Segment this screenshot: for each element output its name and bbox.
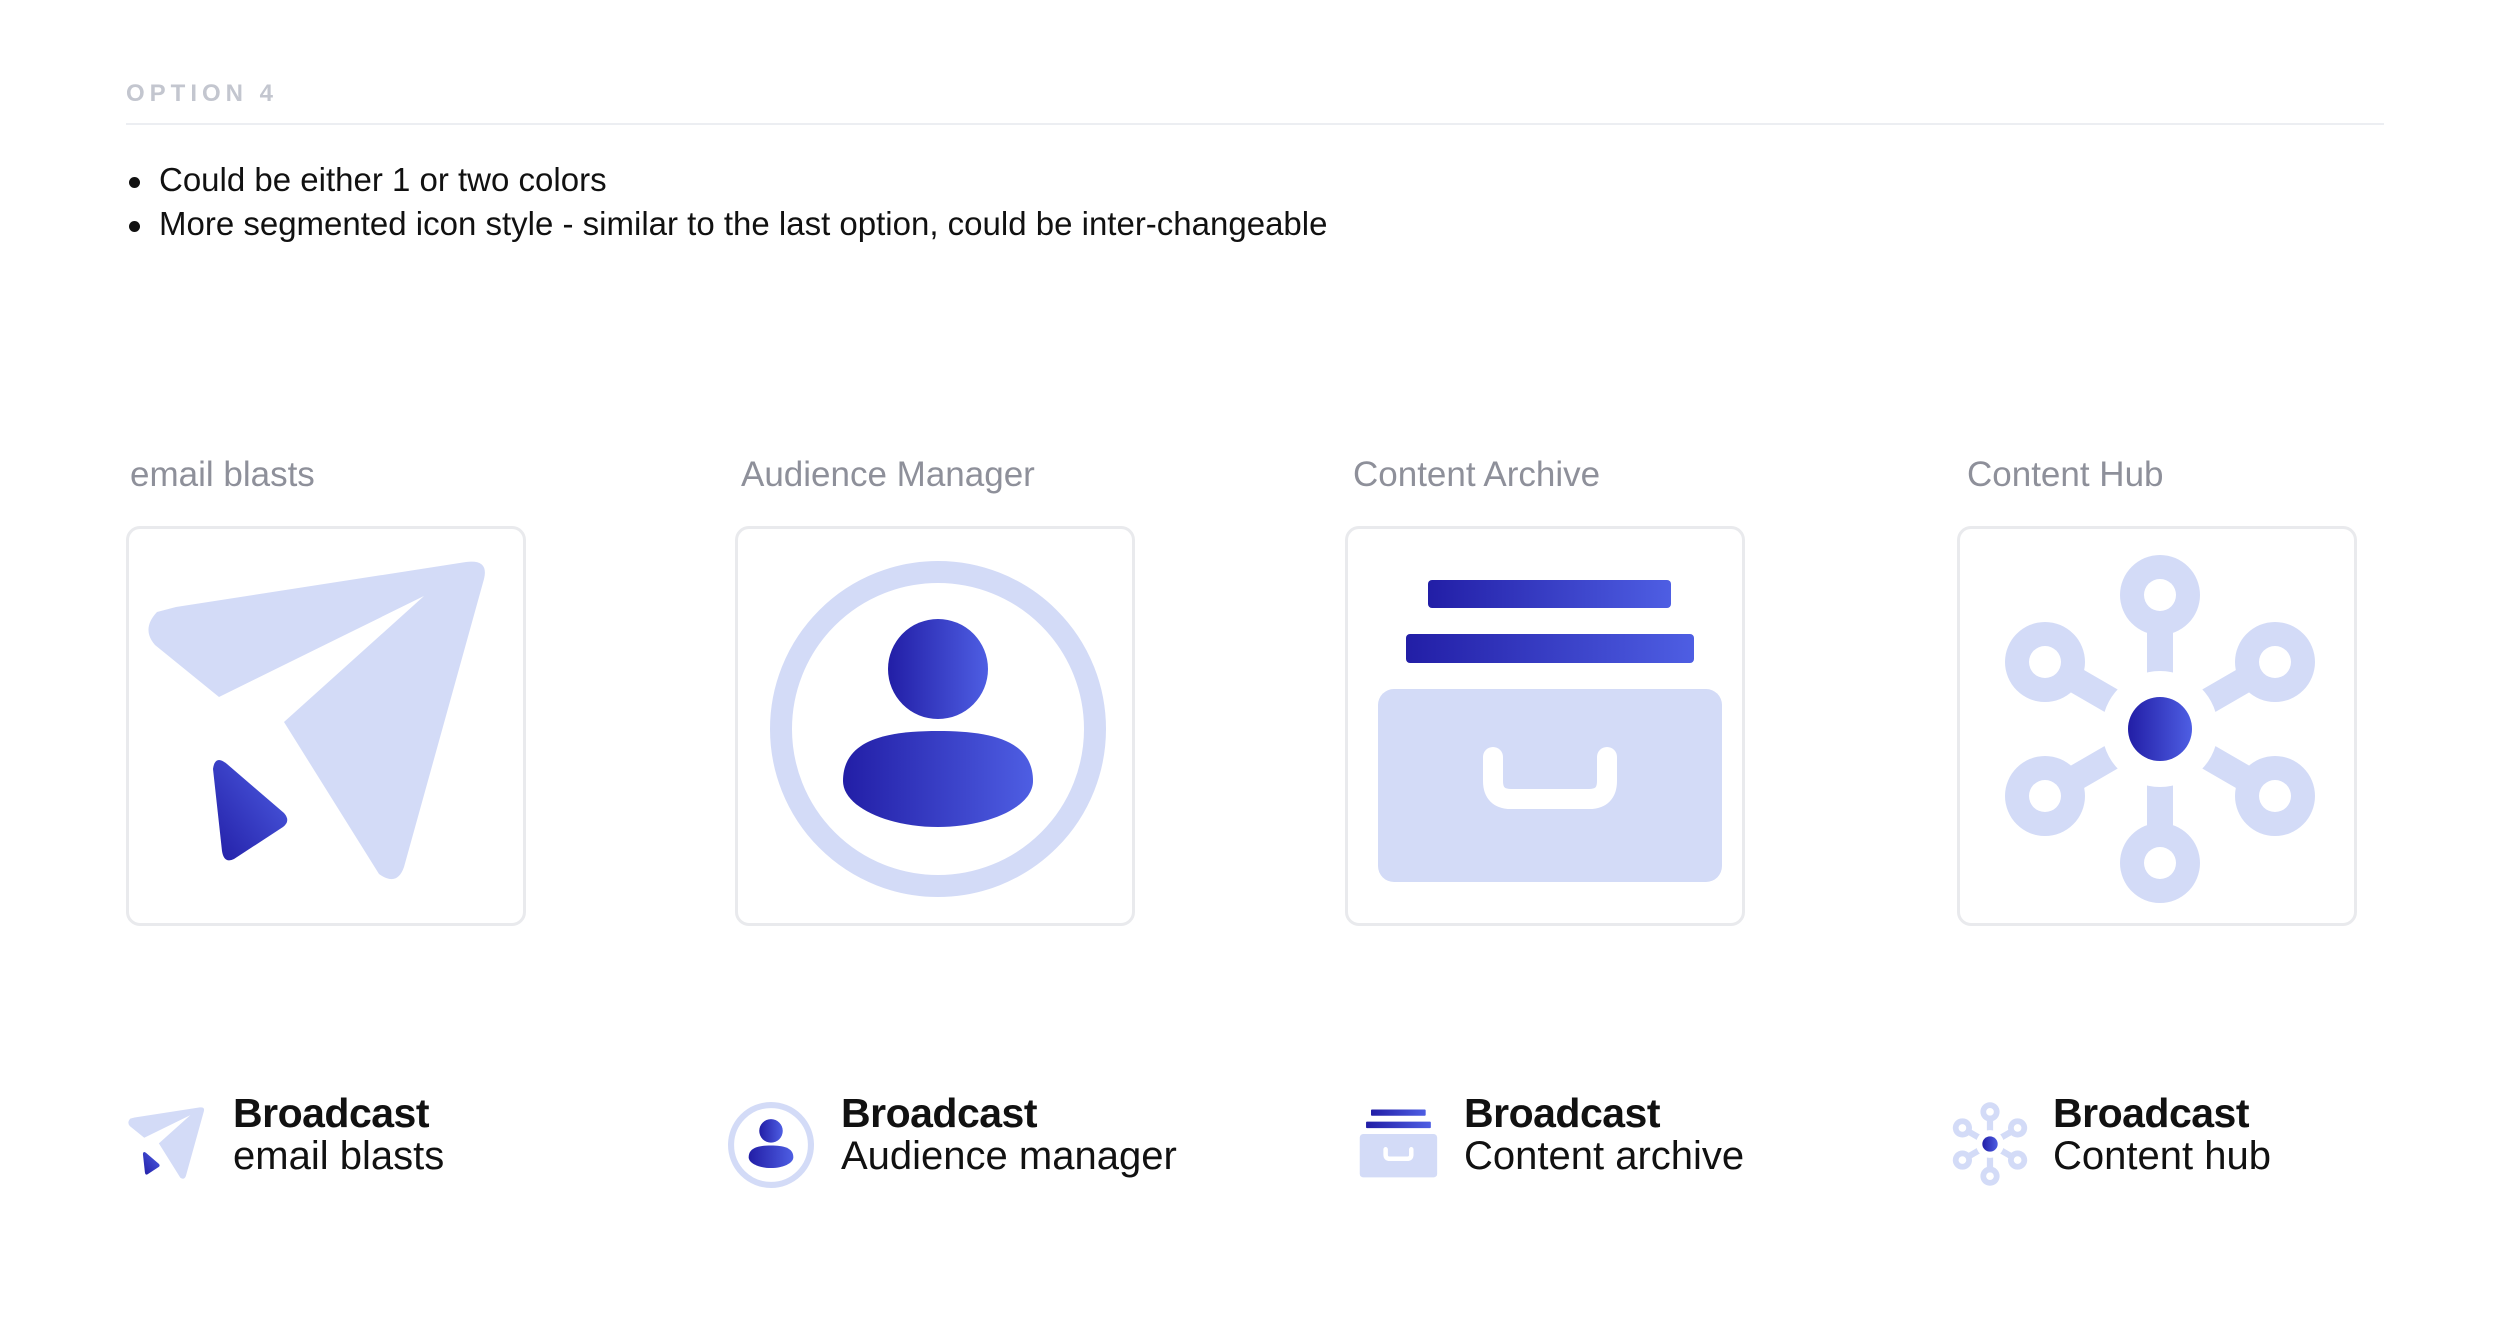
- brand-name: Broadcast: [233, 1090, 430, 1136]
- card-title-email-blasts: email blasts: [130, 455, 315, 494]
- divider: [126, 123, 2384, 125]
- option-label: OPTION 4: [126, 80, 279, 107]
- card-audience-manager: [735, 526, 1135, 926]
- hub-network-icon: [1952, 1102, 2028, 1186]
- card-content-archive: [1345, 526, 1745, 926]
- brand-name: Broadcast: [2053, 1090, 2250, 1136]
- product-name: email blasts: [233, 1134, 445, 1178]
- archive-box-icon: [1359, 1109, 1438, 1178]
- bullet-list: Could be either 1 or two colors More seg…: [126, 158, 1327, 246]
- brand-name: Broadcast: [841, 1090, 1038, 1136]
- hub-network-icon: [2005, 555, 2315, 903]
- user-circle-icon: [770, 561, 1106, 897]
- card-title-content-hub: Content Hub: [1967, 455, 2164, 494]
- product-name: Content archive: [1464, 1134, 1745, 1178]
- product-name: Audience manager: [841, 1134, 1177, 1178]
- paper-plane-icon: [148, 561, 485, 880]
- card-title-content-archive: Content Archive: [1353, 455, 1601, 494]
- product-name: Content hub: [2053, 1134, 2271, 1178]
- archive-box-icon: [1378, 580, 1722, 882]
- card-email-blasts: [126, 526, 526, 926]
- card-content-hub: [1957, 526, 2357, 926]
- card-title-audience-manager: Audience Manager: [741, 455, 1035, 494]
- bullet-item: More segmented icon style - similar to t…: [126, 202, 1327, 246]
- user-circle-icon: [727, 1101, 815, 1189]
- paper-plane-icon: [128, 1107, 205, 1179]
- brand-name: Broadcast: [1464, 1090, 1661, 1136]
- bullet-item: Could be either 1 or two colors: [126, 158, 1327, 202]
